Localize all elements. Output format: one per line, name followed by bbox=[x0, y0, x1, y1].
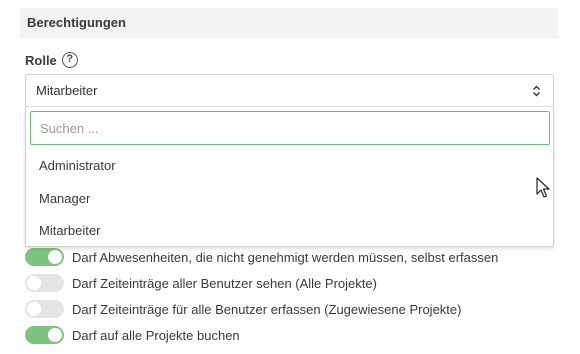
permission-toggle[interactable] bbox=[25, 326, 64, 344]
toggle-knob bbox=[27, 276, 41, 290]
permission-label: Darf auf alle Projekte buchen bbox=[72, 327, 240, 343]
section-header-berechtigungen: Berechtigungen bbox=[20, 8, 558, 38]
permission-row: Darf auf alle Projekte buchen bbox=[25, 325, 240, 345]
permission-toggle[interactable] bbox=[25, 248, 64, 266]
toggle-knob bbox=[48, 250, 62, 264]
option-administrator[interactable]: Administrator bbox=[26, 150, 553, 182]
role-label-row: Rolle ? bbox=[25, 51, 78, 69]
permission-label: Darf Abwesenheiten, die nicht genehmigt … bbox=[72, 249, 499, 265]
permission-toggle[interactable] bbox=[25, 300, 64, 318]
section-title: Berechtigungen bbox=[27, 15, 126, 30]
question-circle-icon[interactable]: ? bbox=[61, 52, 78, 68]
permission-label: Darf Zeiteinträge für alle Benutzer erfa… bbox=[72, 301, 462, 317]
toggle-knob bbox=[27, 302, 41, 316]
role-select[interactable]: Mitarbeiter bbox=[25, 74, 554, 107]
role-select-value: Mitarbeiter bbox=[36, 83, 98, 98]
option-mitarbeiter[interactable]: Mitarbeiter bbox=[26, 215, 553, 247]
permission-toggle[interactable] bbox=[25, 274, 64, 292]
option-manager[interactable]: Manager bbox=[26, 183, 553, 215]
toggle-knob bbox=[48, 328, 62, 342]
mouse-cursor-icon bbox=[536, 177, 550, 198]
permission-label: Darf Zeiteinträge aller Benutzer sehen (… bbox=[72, 275, 377, 291]
role-dropdown: Administrator Manager Mitarbeiter bbox=[25, 106, 554, 247]
permission-row: Darf Zeiteinträge für alle Benutzer erfa… bbox=[25, 299, 461, 319]
permission-row: Darf Zeiteinträge aller Benutzer sehen (… bbox=[25, 273, 377, 293]
role-label: Rolle bbox=[25, 52, 57, 68]
up-down-caret-icon bbox=[532, 85, 541, 97]
dropdown-search-input[interactable] bbox=[30, 111, 550, 145]
permission-row: Darf Abwesenheiten, die nicht genehmigt … bbox=[25, 247, 498, 267]
